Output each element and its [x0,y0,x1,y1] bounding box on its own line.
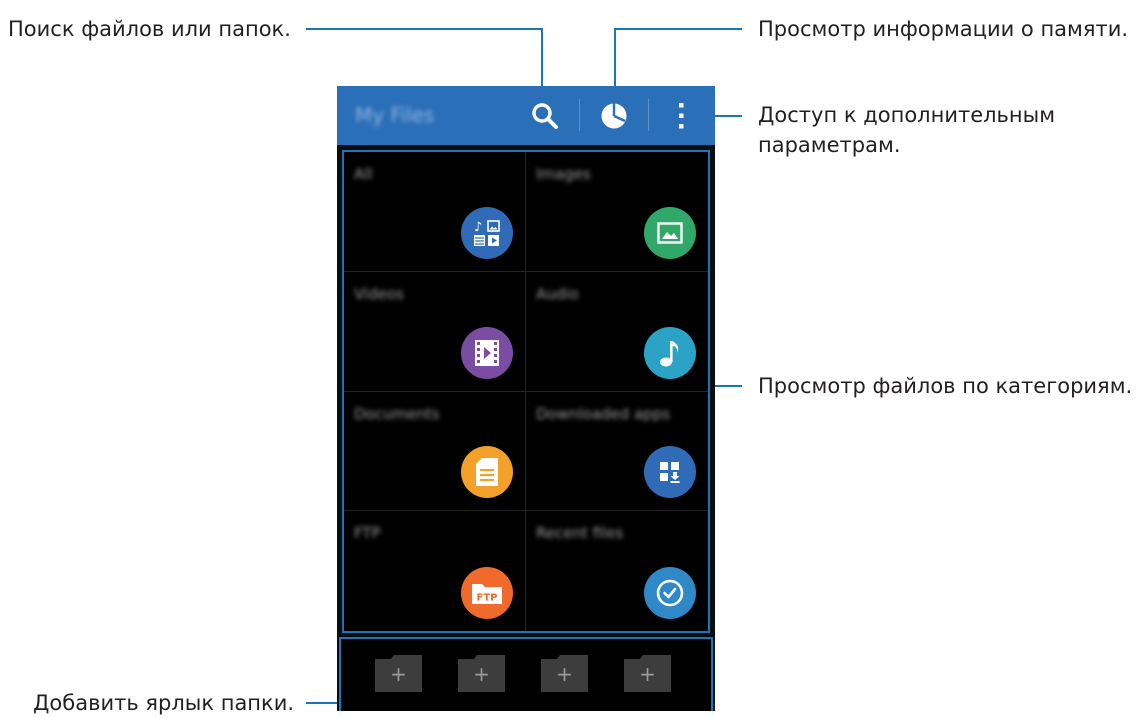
music-note-icon [644,326,696,379]
leader-line-search [306,28,543,30]
leader-line-storage-drop [614,28,616,95]
svg-text:+: + [639,662,656,686]
category-documents[interactable]: Documents [344,391,526,512]
callout-more-options-line2: параметрам. [758,133,901,157]
folder-plus-icon: + [458,655,505,692]
ftp-folder-icon: FTP [461,567,513,619]
storage-pie-icon [601,103,627,128]
appbar-separator [579,99,580,131]
leader-line-storage [614,28,742,30]
search-button[interactable] [517,86,573,145]
category-videos[interactable]: Videos [344,271,526,392]
category-label: Images [536,165,591,183]
folder-plus-icon: + [541,655,588,692]
category-all[interactable]: All ♪ [344,152,526,272]
add-folder-shortcut-button[interactable]: + [458,655,505,692]
more-options-button[interactable] [653,86,709,145]
clock-icon [644,567,696,619]
category-label: Recent files [536,524,624,543]
category-label: All [354,165,373,183]
appbar-separator [648,99,649,131]
callout-categories: Просмотр файлов по категориям. [758,374,1133,398]
image-icon [644,206,696,259]
all-files-icon: ♪ [461,206,513,259]
callout-search: Поиск файлов или папок. [8,17,291,41]
download-apps-icon [644,446,696,499]
category-label: Downloaded apps [536,404,671,423]
category-label: Documents [354,404,440,423]
more-options-icon [679,102,684,128]
document-icon [461,446,513,499]
folder-plus-icon: + [624,655,671,692]
add-folder-shortcut-button[interactable]: + [375,655,422,692]
leader-line-shortcut [306,702,340,704]
category-recent-files[interactable]: Recent files [526,511,708,631]
storage-button[interactable] [586,86,642,145]
phone-screen: My Files All ♪ Images Videos Audio Docum… [337,86,715,711]
app-bar: My Files [337,86,715,145]
category-ftp[interactable]: FTP FTP [344,511,526,631]
video-icon [461,326,513,379]
category-grid: All ♪ Images Videos Audio Documents Down… [342,150,710,633]
svg-text:+: + [473,662,490,686]
leader-line-search-drop [541,28,543,95]
add-folder-shortcut-button[interactable]: + [541,655,588,692]
app-title: My Files [355,103,435,127]
callout-shortcut: Добавить ярлык папки. [33,691,295,715]
search-icon [532,102,558,129]
category-images[interactable]: Images [526,152,708,272]
svg-text:♪: ♪ [474,220,482,235]
ftp-badge-text: FTP [477,593,498,604]
add-folder-shortcut-button[interactable]: + [624,655,671,692]
callout-storage: Просмотр информации о памяти. [758,17,1129,41]
category-label: Videos [354,284,404,303]
category-audio[interactable]: Audio [526,272,708,392]
svg-text:+: + [390,662,407,686]
callout-more-options-line1: Доступ к дополнительным [758,103,1056,127]
category-label: Audio [536,284,579,303]
category-label: FTP [354,524,381,543]
folder-plus-icon: + [375,655,422,692]
folder-shortcut-bar: + + + + [339,637,713,711]
svg-text:+: + [556,662,573,686]
category-downloaded-apps[interactable]: Downloaded apps [526,392,708,512]
